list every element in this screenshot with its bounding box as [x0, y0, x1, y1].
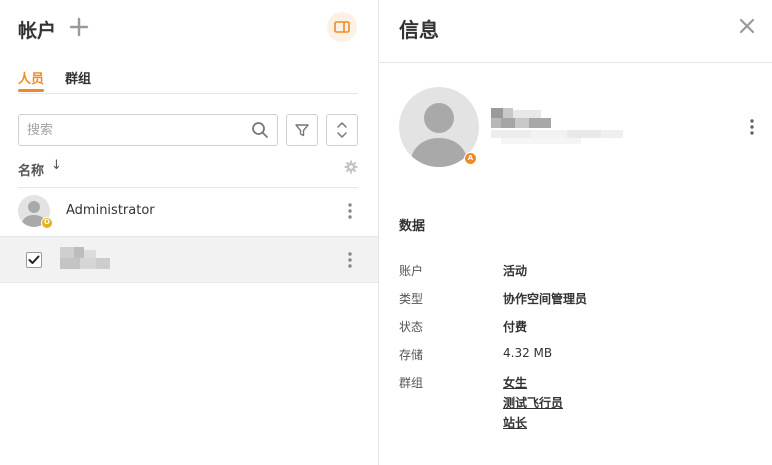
divider [379, 62, 772, 63]
sort-button[interactable] [326, 114, 358, 146]
owner-badge: O [41, 217, 53, 229]
gear-icon[interactable] [344, 160, 358, 174]
sort-direction-arrow[interactable]: ↓ [51, 158, 62, 173]
group-link[interactable]: 站长 [503, 414, 527, 431]
more-vertical-icon[interactable] [748, 118, 756, 136]
info-label-storage: 存储 [399, 348, 424, 362]
search-box [18, 114, 278, 146]
redacted-user-info [491, 108, 626, 148]
info-label-type: 类型 [399, 292, 424, 306]
tab-people[interactable]: 人员 [18, 68, 44, 87]
info-value-storage: 4.32 MB [503, 346, 553, 360]
account-row-administrator[interactable]: O Administrator [0, 188, 378, 235]
account-row-selected[interactable] [0, 236, 378, 283]
redacted-account-name [60, 247, 112, 269]
account-tabs: 人员 群组 [18, 60, 358, 94]
plus-icon [69, 17, 89, 37]
filter-icon [295, 124, 309, 137]
info-panel: 信息 A 数据 账户 活动 类型 协作空间管理员 状态 付费 存储 4.32 M… [379, 0, 772, 465]
close-icon[interactable] [739, 18, 755, 34]
info-label-status: 状态 [399, 320, 424, 334]
admin-badge: A [464, 152, 477, 165]
sort-icon [337, 122, 347, 138]
data-section-title: 数据 [399, 219, 426, 234]
info-label-account: 账户 [399, 264, 424, 278]
info-value-status: 付费 [503, 320, 528, 334]
group-link[interactable]: 女生 [503, 374, 527, 391]
toggle-info-panel-button[interactable] [327, 12, 357, 42]
tab-groups[interactable]: 群组 [65, 68, 91, 87]
panel-layout-icon [334, 21, 350, 33]
page-title: 帐户 [18, 20, 57, 42]
column-name-label[interactable]: 名称 [18, 160, 44, 179]
info-value-type: 协作空间管理员 [503, 292, 588, 306]
info-panel-title: 信息 [399, 18, 439, 42]
more-vertical-icon[interactable] [346, 251, 354, 269]
info-value-account: 活动 [503, 264, 528, 278]
active-tab-indicator [18, 89, 44, 92]
search-icon[interactable] [251, 121, 269, 139]
column-header: 名称 ↓ [18, 158, 358, 188]
accounts-panel: 帐户 人员 群组 名称 ↓ [0, 0, 379, 465]
add-account-button[interactable] [68, 14, 90, 40]
row-checkbox[interactable] [26, 252, 42, 268]
account-name: Administrator [66, 203, 155, 218]
more-vertical-icon[interactable] [346, 202, 354, 220]
search-input[interactable] [27, 120, 247, 140]
info-label-groups: 群组 [399, 376, 424, 390]
group-link[interactable]: 测试飞行员 [503, 394, 563, 411]
check-icon [28, 255, 40, 264]
filter-button[interactable] [286, 114, 318, 146]
